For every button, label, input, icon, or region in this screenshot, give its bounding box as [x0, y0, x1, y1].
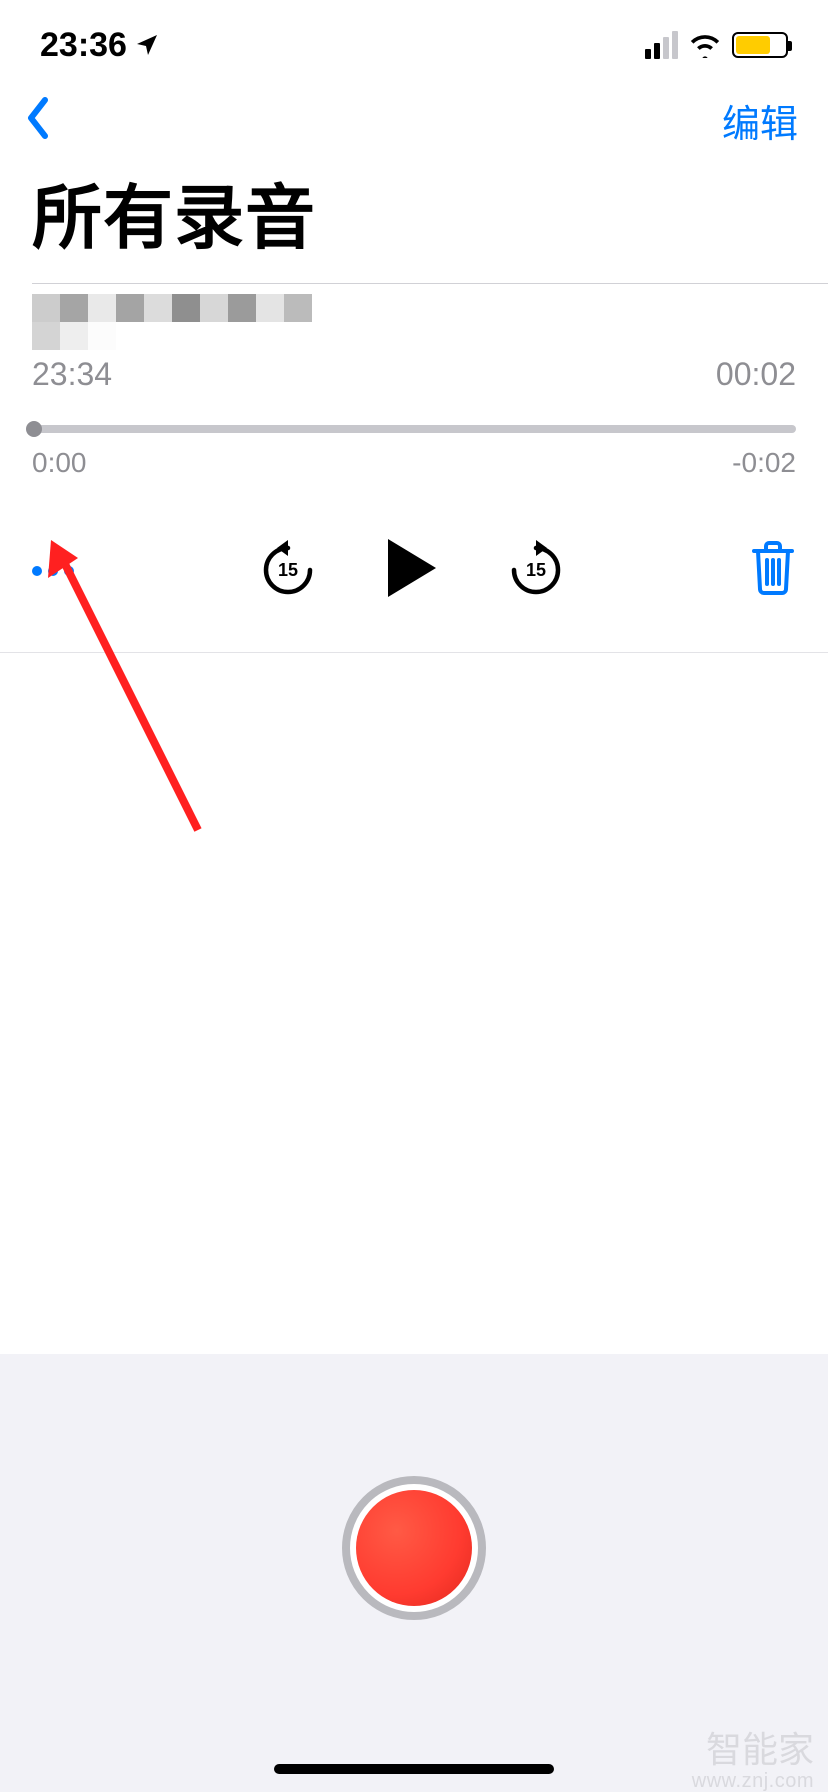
scrubber-handle[interactable] [26, 421, 42, 437]
playback-scrubber[interactable]: 0:00 -0:02 [0, 425, 828, 479]
scrubber-times: 0:00 -0:02 [32, 447, 796, 479]
record-button[interactable] [342, 1476, 486, 1620]
elapsed-time: 0:00 [32, 447, 87, 479]
playback-controls: 15 15 [0, 479, 828, 652]
recording-item[interactable]: 23:34 00:02 [0, 284, 828, 395]
watermark: 智能家 www.znj.com [692, 1730, 814, 1792]
recording-timestamp: 23:34 [32, 356, 112, 393]
recording-duration: 00:02 [716, 356, 796, 393]
skip-back-button[interactable]: 15 [260, 540, 316, 601]
cellular-signal-icon [645, 31, 678, 59]
status-left: 23:36 [40, 26, 159, 65]
edit-button[interactable]: 编辑 [722, 93, 798, 148]
play-icon [384, 537, 440, 599]
svg-text:15: 15 [278, 560, 298, 580]
remaining-time: -0:02 [732, 447, 796, 479]
page-title: 所有录音 [0, 162, 828, 283]
trash-icon [750, 541, 796, 595]
watermark-sub: www.znj.com [692, 1770, 814, 1792]
recording-meta: 23:34 00:02 [32, 356, 796, 395]
battery-icon [732, 32, 788, 58]
divider [0, 652, 828, 653]
skip-back-15-icon: 15 [260, 540, 316, 596]
status-bar: 23:36 [0, 0, 828, 72]
play-button[interactable] [384, 537, 440, 604]
nav-bar: 编辑 [0, 72, 828, 162]
back-button[interactable] [25, 96, 51, 145]
status-right [645, 31, 788, 59]
delete-button[interactable] [750, 541, 796, 600]
watermark-title: 智能家 [692, 1730, 814, 1770]
recording-title-censored [32, 294, 332, 350]
location-icon [135, 33, 159, 57]
wifi-icon [688, 32, 722, 58]
chevron-left-icon [25, 96, 51, 140]
center-controls: 15 15 [260, 537, 564, 604]
more-button[interactable] [32, 566, 74, 576]
home-indicator[interactable] [274, 1764, 554, 1774]
ellipsis-icon [32, 566, 42, 576]
skip-forward-button[interactable]: 15 [508, 540, 564, 601]
record-icon [356, 1490, 472, 1606]
record-bar: 智能家 www.znj.com [0, 1354, 828, 1792]
skip-forward-15-icon: 15 [508, 540, 564, 596]
status-time: 23:36 [40, 26, 127, 65]
scrubber-track[interactable] [32, 425, 796, 433]
svg-text:15: 15 [526, 560, 546, 580]
